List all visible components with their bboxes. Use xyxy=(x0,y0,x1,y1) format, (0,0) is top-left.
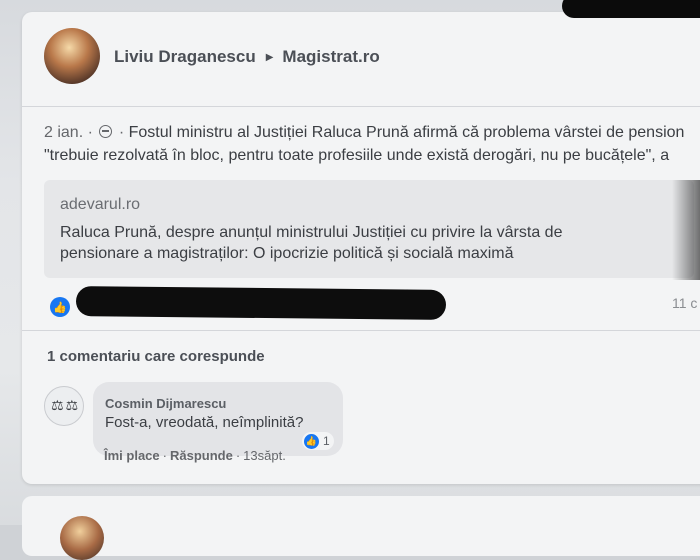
commenter-avatar[interactable]: ⚖ ⚖ xyxy=(44,386,84,426)
next-post-avatar[interactable] xyxy=(60,516,104,560)
reply-link[interactable]: Răspunde xyxy=(170,448,233,463)
post-date[interactable]: 2 ian. xyxy=(44,124,83,141)
redaction-bar xyxy=(75,286,447,320)
comment-reaction-count[interactable]: 👍 1 xyxy=(302,432,334,450)
thumbs-up-icon: 👍 xyxy=(304,433,319,449)
post-header: Liviu Draganescu ▶ Magistrat.ro xyxy=(114,47,380,67)
caret-right-icon: ▶ xyxy=(265,51,274,63)
comment-text: Fost-a, vreodată, neîmplinită? xyxy=(105,414,304,431)
author-name[interactable]: Liviu Draganescu xyxy=(114,47,256,67)
like-link[interactable]: Îmi place xyxy=(104,448,160,463)
thumbs-up-icon[interactable]: 👍 xyxy=(50,297,70,317)
screen-edge-shadow xyxy=(672,180,700,280)
action-separator: · xyxy=(162,448,167,463)
group-name[interactable]: Magistrat.ro xyxy=(282,47,379,67)
comment-reaction-number: 1 xyxy=(323,434,330,448)
comments-header[interactable]: 1 comentariu care corespunde xyxy=(47,348,265,365)
comment-author[interactable]: Cosmin Dijmarescu xyxy=(105,396,226,411)
post-text-line-2: "trebuie rezolvată în bloc, pentru toate… xyxy=(44,147,670,164)
link-title: Raluca Prună, despre anunțul ministrului… xyxy=(60,224,563,262)
globe-icon xyxy=(99,125,113,138)
link-preview[interactable]: adevarul.ro Raluca Prună, despre anunțul… xyxy=(44,180,694,278)
author-avatar[interactable] xyxy=(44,28,100,84)
comment-count[interactable]: 11 c xyxy=(672,295,697,311)
reactions-divider xyxy=(22,330,700,331)
post-text-line-1: 2 ian. · · Fostul ministru al Justiției … xyxy=(44,124,684,142)
header-divider xyxy=(22,106,700,107)
meta-separator-2: · xyxy=(118,124,129,141)
action-separator-2: · xyxy=(235,448,241,463)
next-post-card xyxy=(22,496,700,556)
scales-icon: ⚖ ⚖ xyxy=(51,397,78,413)
meta-separator: · xyxy=(87,124,98,141)
comment-time[interactable]: 13săpt. xyxy=(243,448,286,463)
post-text-1: Fostul ministru al Justiției Raluca Prun… xyxy=(128,124,685,141)
link-source: adevarul.ro xyxy=(60,196,141,213)
comment-actions: Îmi place · Răspunde · 13săpt. xyxy=(104,448,286,463)
redaction-top xyxy=(562,0,700,18)
